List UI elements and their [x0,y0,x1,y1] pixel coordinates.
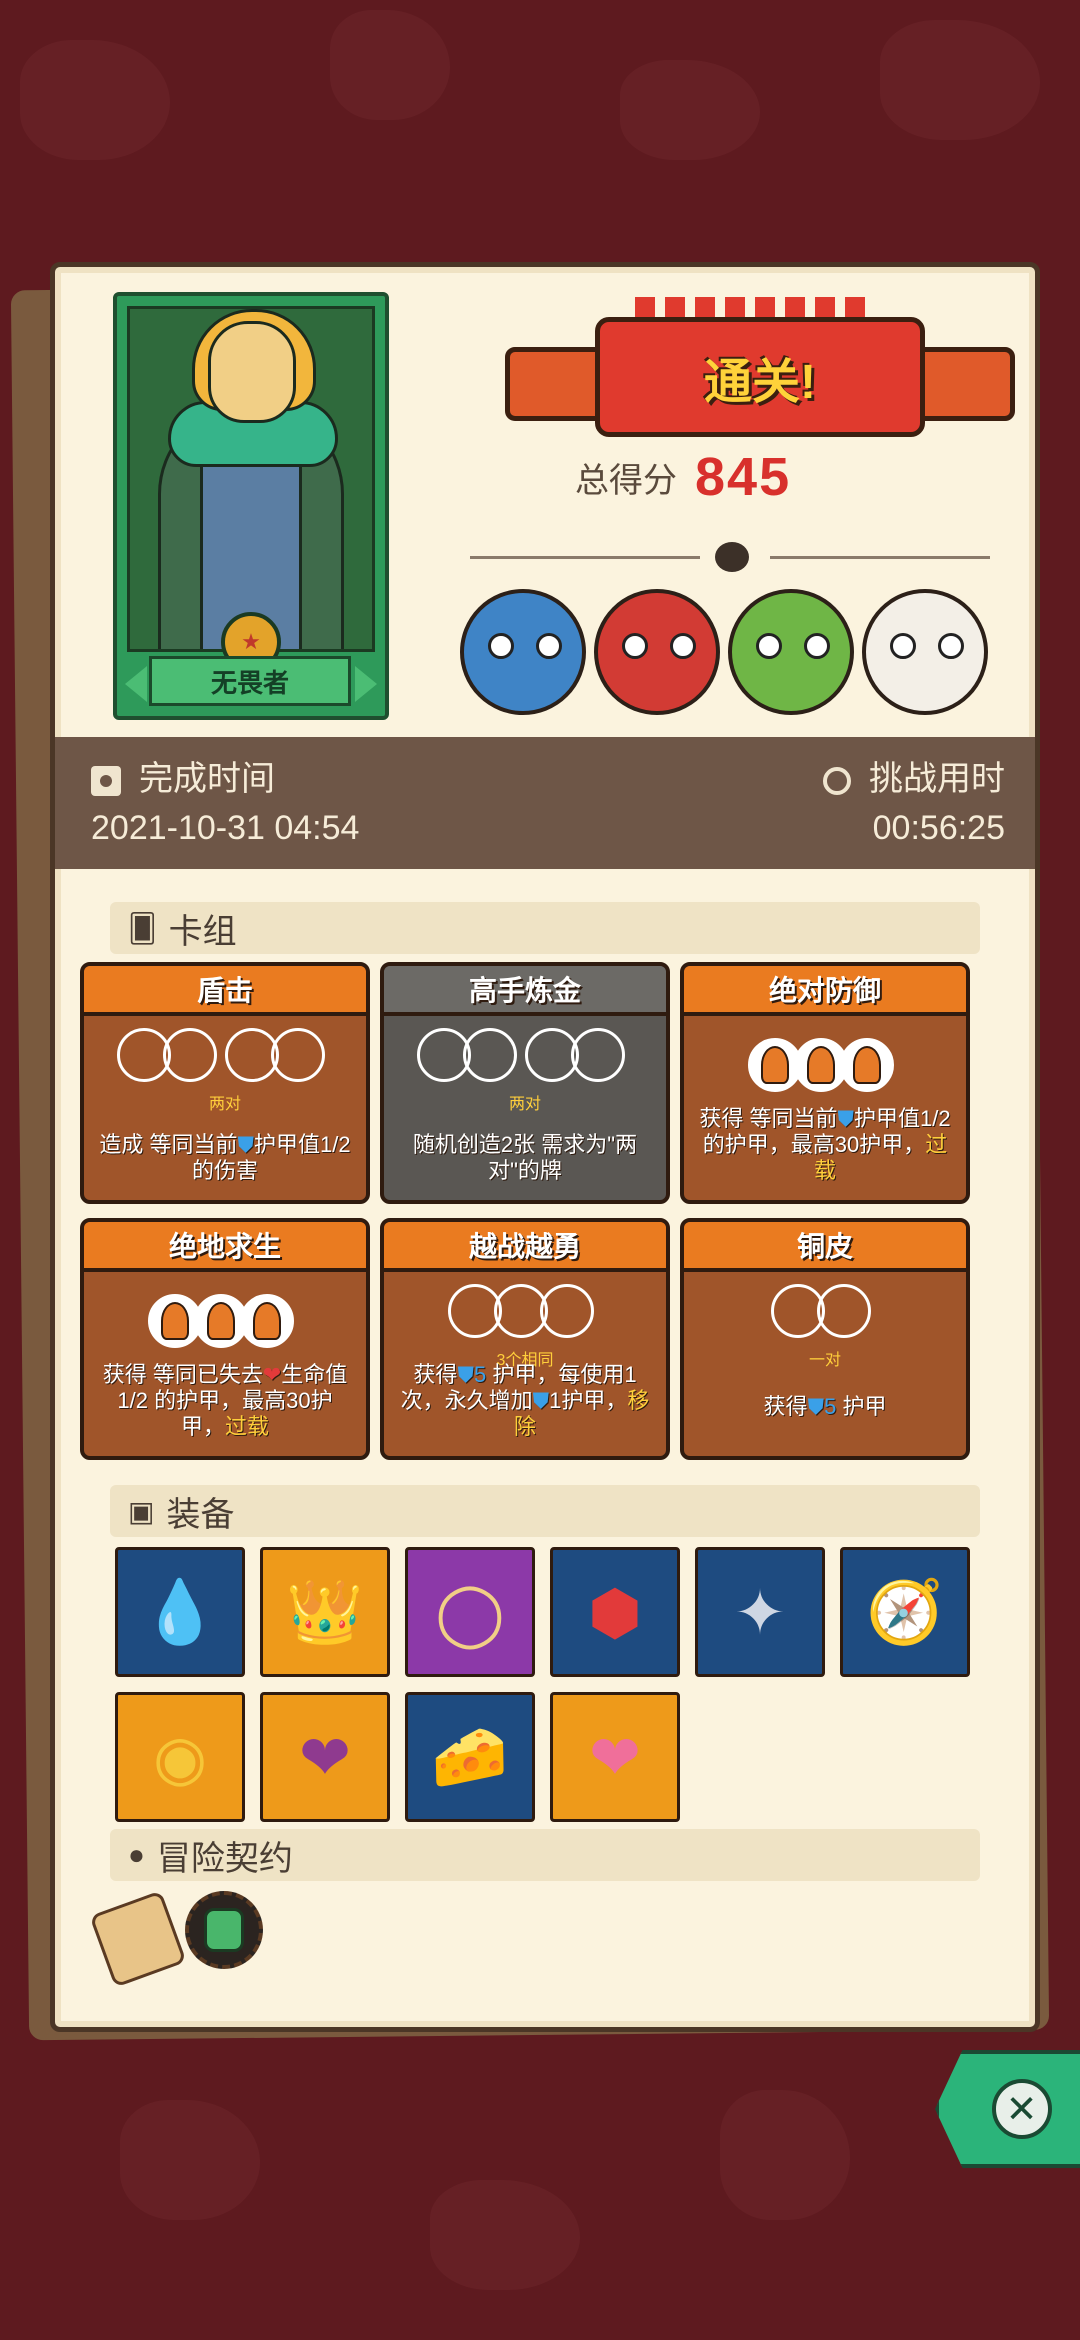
cards-icon: 🂠 [128,912,157,944]
time-bar: 完成时间 2021-10-31 04:54 挑战用时 00:56:25 [55,737,1035,869]
card-description: 获得⛊5 护甲 [763,1394,887,1419]
person-icon: ● [128,1839,145,1870]
equip-heart-box[interactable]: ❤ [550,1692,680,1822]
potion-medal-icon[interactable] [185,1891,263,1969]
shield-icon: ⛊ [457,1362,474,1387]
equip-cheese-sprout[interactable]: 🧀 [405,1692,535,1822]
star-emblem-icon: ✦ [734,1578,786,1648]
close-button[interactable]: ✕ [935,2050,1080,2168]
mirror-icon: ◯ [435,1578,505,1648]
score-label: 总得分 [575,461,677,500]
next-hero-arrow-icon[interactable] [355,666,377,702]
equip-water-gem[interactable]: 💧 [115,1547,245,1677]
scroll-icon[interactable] [89,1890,187,1988]
equip-silver-star-emblem[interactable]: ✦ [695,1547,825,1677]
score-value: 845 [695,447,792,507]
boss-avatar-green-goblin-king[interactable] [728,589,854,715]
card-shield-bash[interactable]: 盾击 两对 造成 等同当前⛊护甲值1/2的伤害 [80,962,370,1204]
challenge-time-value: 00:56:25 [872,809,1005,847]
compass-icon: 🧭 [866,1577,944,1647]
card-braver-in-battle[interactable]: 越战越勇 3个相同 获得⛊5 护甲，每使用1次，永久增加⛊1护甲，移除 [380,1218,670,1460]
calendar-icon [91,766,121,797]
boss-avatar-red-demon[interactable] [594,589,720,715]
crown-icon: 👑 [286,1577,364,1647]
skull-icon [715,542,749,572]
deck-section-header: 🂠 卡组 [110,902,980,954]
equip-gold-coin[interactable]: ◉ [115,1692,245,1822]
card-description: 造成 等同当前⛊护甲值1/2的伤害 [99,1132,351,1183]
card-copper-skin[interactable]: 铜皮 一对 获得⛊5 护甲 [680,1218,970,1460]
total-score: 总得分 845 [575,442,995,512]
finish-time-value: 2021-10-31 04:54 [91,809,360,847]
card-absolute-defense[interactable]: 绝对防御 获得 等同当前⛊护甲值1/2的护甲，最高30护甲，过载 [680,962,970,1204]
shield-icon: ⛊ [807,1394,825,1419]
card-description: 随机创造2张 需求为"两对"的牌 [412,1132,638,1183]
close-icon: ✕ [991,2079,1052,2139]
finish-time-label: 完成时间 [91,751,275,800]
contract-items [89,1887,300,1988]
card-description: 获得 等同当前⛊护甲值1/2的护甲，最高30护甲，过载 [699,1106,951,1183]
challenge-time-label: 挑战用时 [823,751,1005,800]
box-icon: ▣ [128,1495,155,1527]
card-description: 获得 等同已失去❤生命值1/2 的护甲，最高30护甲，过载 [102,1362,348,1439]
heart-icon: ❤ [262,1362,282,1387]
heart-icon: ❤ [299,1723,351,1793]
equip-golden-crown[interactable]: 👑 [260,1547,390,1677]
heart-box-icon: ❤ [589,1723,641,1793]
water-gem-icon: 💧 [141,1577,219,1647]
boss-avatar-white-lion-mask[interactable] [862,589,988,715]
clear-banner-text: 通关! [704,356,816,409]
card-description: 获得⛊5 护甲，每使用1次，永久增加⛊1护甲，移除 [400,1362,650,1439]
ruby-icon: ⬢ [587,1578,643,1648]
clear-banner: 通关! [505,297,1015,447]
equip-magic-mirror[interactable]: ◯ [405,1547,535,1677]
equip-compass-armor[interactable]: 🧭 [840,1547,970,1677]
equip-cursed-heart[interactable]: ❤ [260,1692,390,1822]
result-panel: ★ 无畏者 通关! 总得分 845 完成时间 2021-10-31 04:54 … [50,262,1040,2032]
prev-hero-arrow-icon[interactable] [125,666,147,702]
stopwatch-icon [823,767,851,796]
equip-ruby[interactable]: ⬢ [550,1547,680,1677]
shield-icon: ⛊ [237,1132,255,1157]
cheese-icon: 🧀 [431,1722,509,1792]
shield-icon: ⛊ [532,1388,550,1413]
defeated-bosses [460,589,1020,719]
hero-art [127,306,375,652]
boss-divider [450,542,1010,572]
boss-avatar-blue-monster[interactable] [460,589,586,715]
shield-icon: ⛊ [837,1106,855,1131]
contract-section-header: ● 冒险契约 [110,1829,980,1881]
coin-icon: ◉ [152,1723,208,1793]
card-master-alchemy[interactable]: 高手炼金 两对 随机创造2张 需求为"两对"的牌 [380,962,670,1204]
hero-name: 无畏者 [149,656,351,706]
hero-portrait[interactable]: ★ 无畏者 [113,292,389,720]
card-last-stand[interactable]: 绝地求生 获得 等同已失去❤生命值1/2 的护甲，最高30护甲，过载 [80,1218,370,1460]
equipment-section-header: ▣ 装备 [110,1485,980,1537]
